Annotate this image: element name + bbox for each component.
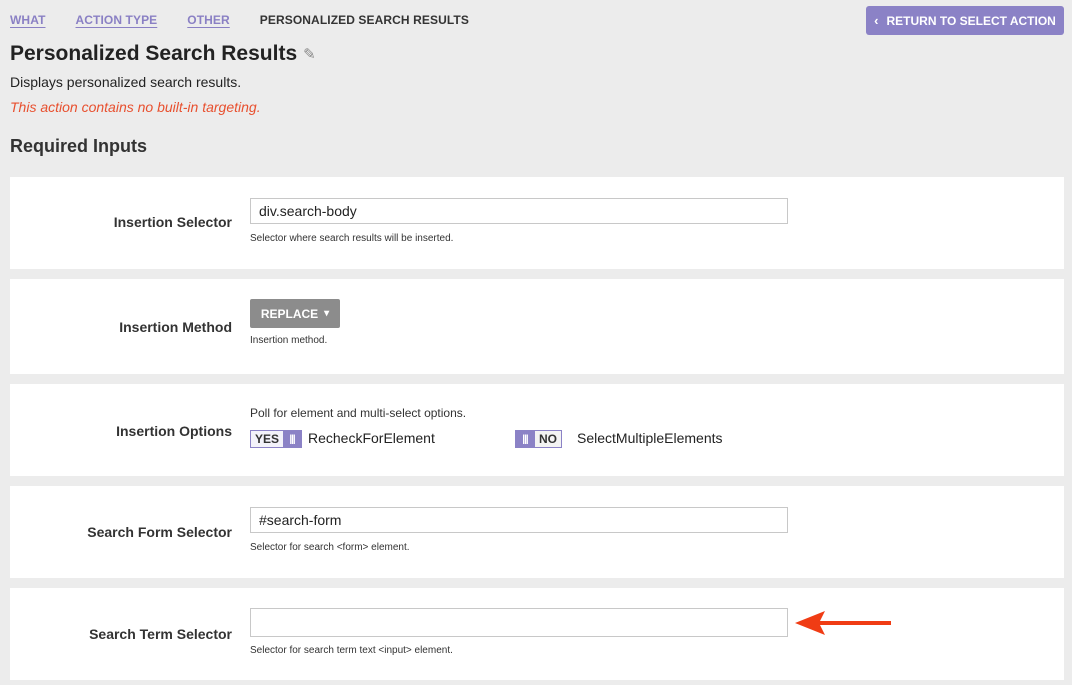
breadcrumb: WHAT ACTION TYPE OTHER PERSONALIZED SEAR… <box>10 13 499 27</box>
search-term-selector-label: Search Term Selector <box>89 626 232 642</box>
insertion-selector-input[interactable]: div.search-body <box>250 198 788 224</box>
required-inputs-heading: Required Inputs <box>10 136 148 156</box>
page-title-text: Personalized Search Results <box>10 42 298 65</box>
search-form-selector-input[interactable]: #search-form <box>250 507 788 533</box>
insertion-method-selected: REPLACE <box>260 306 319 321</box>
targeting-warning: This action contains no built-in targeti… <box>10 99 261 115</box>
left-arrow-icon <box>795 611 891 635</box>
recheck-toggle-state: YES <box>251 431 284 447</box>
select-multiple-elements-label: SelectMultipleElements <box>577 430 723 446</box>
pencil-icon[interactable]: ✎ <box>303 45 316 63</box>
search-term-selector-help: Selector for search term text <input> el… <box>250 645 453 656</box>
insertion-method-help: Insertion method. <box>250 335 328 346</box>
breadcrumb-current: PERSONALIZED SEARCH RESULTS <box>259 13 469 27</box>
breadcrumb-action-type[interactable]: ACTION TYPE <box>76 13 158 27</box>
search-term-selector-card: Search Term Selector Selector for search… <box>10 588 1064 680</box>
search-form-selector-card: Search Form Selector #search-form Select… <box>10 486 1064 578</box>
insertion-selector-card: Insertion Selector div.search-body Selec… <box>10 177 1064 269</box>
toggle-grip-icon: ||| <box>516 431 534 447</box>
breadcrumb-other[interactable]: OTHER <box>187 13 230 27</box>
insertion-selector-help: Selector where search results will be in… <box>250 233 454 244</box>
insertion-selector-label: Insertion Selector <box>113 214 232 230</box>
recheck-for-element-label: RecheckForElement <box>308 430 435 446</box>
insertion-method-dropdown[interactable]: REPLACE ▾ <box>250 299 340 328</box>
insertion-method-label: Insertion Method <box>119 319 232 335</box>
insertion-method-card: Insertion Method REPLACE ▾ Insertion met… <box>10 279 1064 374</box>
insertion-options-help: Poll for element and multi-select option… <box>250 406 467 420</box>
recheck-for-element-toggle[interactable]: YES ||| <box>250 430 303 448</box>
search-term-selector-input[interactable] <box>250 608 788 637</box>
search-form-selector-help: Selector for search <form> element. <box>250 542 410 553</box>
page-title: Personalized Search Results ✎ <box>10 42 316 66</box>
select-multiple-elements-toggle[interactable]: ||| NO <box>515 430 562 448</box>
chevron-down-icon: ▾ <box>324 308 330 319</box>
return-button-label: RETURN TO SELECT ACTION <box>886 13 1056 28</box>
select-multiple-toggle-state: NO <box>534 431 561 447</box>
chevron-left-icon: ‹ <box>874 13 879 28</box>
page-description: Displays personalized search results. <box>10 74 242 90</box>
search-form-selector-label: Search Form Selector <box>87 524 232 540</box>
breadcrumb-what[interactable]: WHAT <box>10 13 46 27</box>
insertion-options-label: Insertion Options <box>116 423 232 439</box>
return-to-select-action-button[interactable]: ‹ RETURN TO SELECT ACTION <box>866 6 1064 35</box>
insertion-options-card: Insertion Options Poll for element and m… <box>10 384 1064 476</box>
toggle-grip-icon: ||| <box>283 431 302 447</box>
